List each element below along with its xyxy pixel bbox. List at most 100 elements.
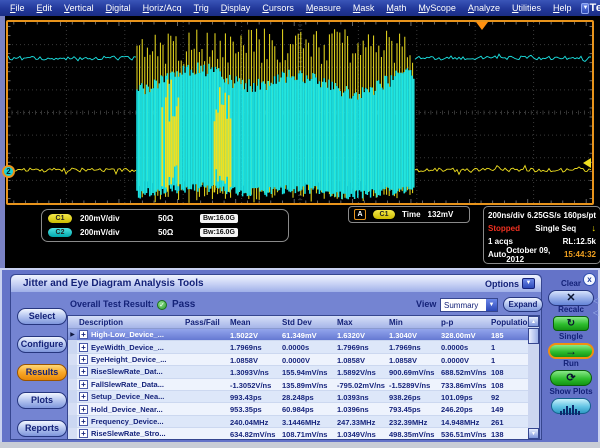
column-header[interactable]: Min <box>387 316 439 328</box>
single-button[interactable]: → <box>548 343 594 359</box>
menu-item-file[interactable]: File <box>4 3 31 13</box>
show-plots-button[interactable] <box>551 398 591 414</box>
expand-icon[interactable]: + <box>79 355 88 364</box>
cell-stddev: 0.0000V <box>280 354 335 365</box>
menu-item-cursors[interactable]: Cursors <box>256 3 300 13</box>
table-scrollbar[interactable]: ▲ ▼ <box>528 316 539 439</box>
menu-item-edit[interactable]: Edit <box>31 3 59 13</box>
cell-max: -795.02mV/ns <box>335 379 387 390</box>
table-row[interactable]: +Setup_Device_Nea...993.43ps28.248ps1.03… <box>68 391 539 403</box>
scroll-down-icon[interactable]: ▼ <box>528 428 539 439</box>
menu-item-horizacq[interactable]: Horiz/Acq <box>137 3 188 13</box>
cell-passfail <box>183 391 228 402</box>
acquisition-readout[interactable]: 200ns/div 6.25GS/s 160ps/pt Stopped Sing… <box>483 206 600 264</box>
recalc-button[interactable]: ↻ <box>553 316 589 331</box>
cell-pp: 328.00mV <box>439 329 489 340</box>
channel2-readout[interactable]: C2 200mV/div 50Ω Bw:16.0G <box>48 226 282 238</box>
sidebar-item-plots[interactable]: Plots <box>17 392 67 409</box>
cell-pp: 688.52mV/ns <box>439 366 489 377</box>
bottom-strip <box>0 442 600 448</box>
column-header[interactable]: p-p <box>439 316 489 328</box>
menu-item-measure[interactable]: Measure <box>300 3 347 13</box>
menu-item-myscope[interactable]: MyScope <box>412 3 462 13</box>
trigger-level-marker[interactable] <box>583 158 591 168</box>
expand-icon[interactable]: + <box>79 367 88 376</box>
menu-item-trig[interactable]: Trig <box>188 3 215 13</box>
cell-pp: 0.0000s <box>439 341 489 352</box>
sidebar-item-select[interactable]: Select <box>17 308 67 325</box>
table-row[interactable]: +Hold_Device_Near...953.35ps60.984ps1.03… <box>68 403 539 415</box>
column-header[interactable]: Description <box>77 316 183 328</box>
sidebar-item-configure[interactable]: Configure <box>17 336 67 353</box>
cell-stddev: 108.71mV/ns <box>280 428 335 439</box>
expand-button[interactable]: Expand <box>503 297 543 312</box>
menu-item-help[interactable]: Help <box>547 3 578 13</box>
waveform-svg <box>8 22 592 203</box>
cell-pp: 733.86mV/ns <box>439 379 489 390</box>
cell-min: -1.5289V/ns <box>387 379 439 390</box>
expand-icon[interactable]: + <box>79 330 88 339</box>
trigger-position-marker[interactable] <box>476 22 488 30</box>
cell-mean: 993.43ps <box>228 391 280 402</box>
expand-icon[interactable]: + <box>79 417 88 426</box>
menu-item-display[interactable]: Display <box>215 3 257 13</box>
clear-button[interactable]: ✕ <box>548 290 594 306</box>
expand-icon[interactable]: + <box>79 380 88 389</box>
column-header[interactable]: Mean <box>228 316 280 328</box>
cell-passfail <box>183 403 228 414</box>
table-row[interactable]: +RiseSlewRate_Dat...1.3093V/ns155.94mV/n… <box>68 366 539 378</box>
menu-dropdown-icon[interactable]: ▼ <box>581 3 589 14</box>
table-row[interactable]: +FallSlewRate_Data...-1.3052V/ns135.89mV… <box>68 379 539 391</box>
description-text: Frequency_Device... <box>91 417 164 426</box>
sample-rate: 6.25GS/s <box>527 211 561 220</box>
menu-item-utilities[interactable]: Utilities <box>506 3 547 13</box>
column-header[interactable]: Pass/Fail <box>183 316 228 328</box>
menu-item-digital[interactable]: Digital <box>100 3 137 13</box>
time-display: 15:44:32 <box>564 250 596 259</box>
table-row[interactable]: +Frequency_Device...240.04MHz3.1446MHz24… <box>68 416 539 428</box>
channel1-readout[interactable]: C1 200mV/div 50Ω Bw:16.0G <box>48 213 282 225</box>
menu-bar: FileEditVerticalDigitalHoriz/AcqTrigDisp… <box>0 0 600 16</box>
run-label: Run <box>542 359 600 368</box>
table-row[interactable]: +RiseSlewRate_Stro...634.82mV/ns108.71mV… <box>68 428 539 440</box>
cell-min: 1.7969ns <box>387 341 439 352</box>
expand-icon[interactable]: + <box>79 343 88 352</box>
sidebar-item-results[interactable]: Results <box>17 364 67 381</box>
description-text: EyeWidth_Device_... <box>91 343 164 352</box>
menu-item-mask[interactable]: Mask <box>347 3 381 13</box>
scroll-thumb[interactable] <box>528 328 539 344</box>
scroll-up-icon[interactable]: ▲ <box>528 316 539 327</box>
histogram-icon <box>560 405 582 415</box>
trigger-mode: Auto <box>488 250 506 259</box>
description-text: Hold_Device_Near... <box>91 405 163 414</box>
column-header[interactable]: Std Dev <box>280 316 335 328</box>
cell-max: 1.7969ns <box>335 341 387 352</box>
column-header[interactable]: Max <box>335 316 387 328</box>
acq-state: Stopped <box>488 224 520 233</box>
cell-stddev: 3.1446MHz <box>280 416 335 427</box>
expand-icon[interactable]: + <box>79 429 88 438</box>
expand-icon[interactable]: + <box>79 392 88 401</box>
expand-icon[interactable]: + <box>79 405 88 414</box>
description-text: EyeHeight_Device_... <box>91 355 166 364</box>
options-dropdown-icon[interactable]: ▼ <box>522 278 535 289</box>
run-button[interactable]: ⟳ <box>550 370 592 386</box>
channel2-marker[interactable]: 2 <box>2 165 15 178</box>
trigger-a-badge: A <box>354 209 366 220</box>
menu-item-analyze[interactable]: Analyze <box>462 3 506 13</box>
cell-passfail <box>183 416 228 427</box>
table-row[interactable]: +EyeHeight_Device_...1.0858V0.0000V1.085… <box>68 354 539 366</box>
sidebar-item-reports[interactable]: Reports <box>17 420 67 437</box>
table-row[interactable]: +EyeWidth_Device_...1.7969ns0.0000s1.796… <box>68 341 539 353</box>
channel2-impedance: 50Ω <box>158 228 200 237</box>
cell-pp: 246.20ps <box>439 403 489 414</box>
table-row[interactable]: ▶+High-Low_Device_...1.5022V61.349mV1.63… <box>68 329 539 341</box>
view-selected-value: Summary <box>441 299 486 311</box>
options-label: Options <box>485 279 519 289</box>
menu-item-math[interactable]: Math <box>380 3 412 13</box>
trigger-readout[interactable]: A C1 Time 132mV <box>348 206 470 223</box>
cell-description: +RiseSlewRate_Dat... <box>77 366 183 377</box>
view-dropdown-icon[interactable]: ▼ <box>486 299 497 311</box>
menu-item-vertical[interactable]: Vertical <box>58 3 100 13</box>
view-select[interactable]: Summary ▼ <box>440 298 498 312</box>
